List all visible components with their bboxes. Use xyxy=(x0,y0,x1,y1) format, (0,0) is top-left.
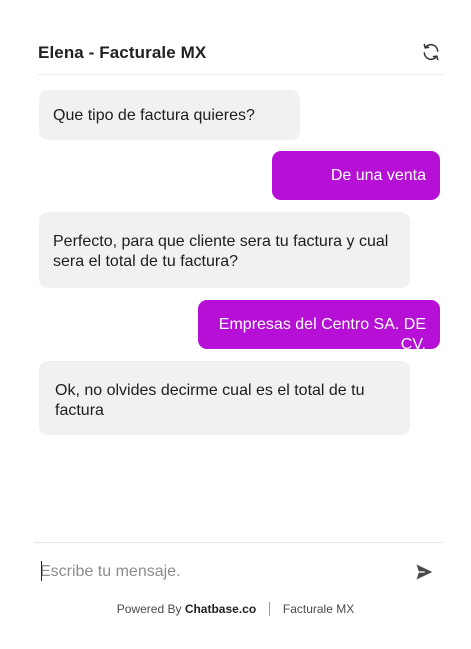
message-input[interactable] xyxy=(40,559,390,585)
footer: Powered By Chatbase.co Facturale MX xyxy=(14,602,457,622)
brand-link[interactable]: Chatbase.co xyxy=(185,602,256,616)
send-icon[interactable] xyxy=(414,562,434,582)
user-message: De una venta xyxy=(272,151,440,200)
footer-divider xyxy=(268,602,270,616)
text-caret xyxy=(41,561,42,581)
bot-message: Que tipo de factura quieres? xyxy=(39,90,300,140)
bot-message: Perfecto, para que cliente sera tu factu… xyxy=(39,212,410,288)
company-label: Facturale MX xyxy=(282,602,355,616)
user-message: Empresas del Centro SA. DE CV. xyxy=(198,300,440,353)
bot-message: Ok, no olvides decirme cual es el total … xyxy=(39,361,410,435)
chat-widget: Elena - Facturale MX Que tipo de factura… xyxy=(14,10,457,638)
message-composer xyxy=(34,542,443,601)
powered-by-label: Powered By xyxy=(116,602,182,616)
